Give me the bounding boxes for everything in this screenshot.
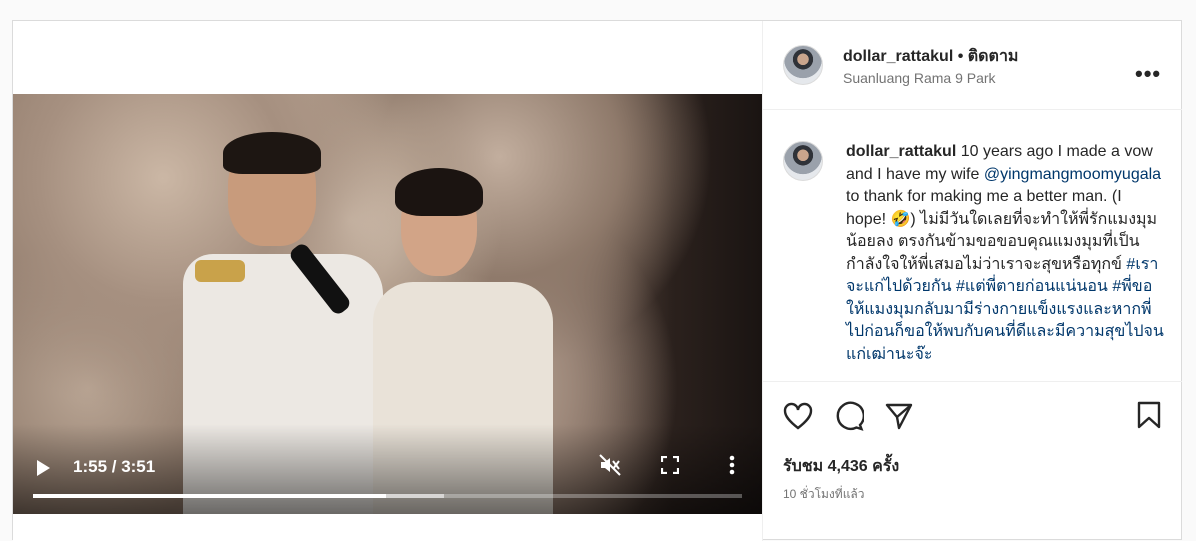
avatar[interactable] [783, 45, 823, 85]
play-icon[interactable] [37, 460, 50, 476]
hashtag-link[interactable]: #แต่พี่ตายก่อนแน่นอน [956, 278, 1108, 295]
share-icon[interactable] [885, 402, 913, 434]
heart-icon[interactable] [783, 402, 813, 434]
post-author: dollar_rattakul • ติดตาม [843, 44, 1018, 69]
caption-body-2: to thank for making me a better man. (I … [846, 188, 1158, 273]
post-sidebar: dollar_rattakul • ติดตาม Suanluang Rama … [762, 21, 1182, 541]
video-played [33, 494, 386, 498]
video-time: 1:55 / 3:51 [73, 457, 156, 476]
comment-icon[interactable] [834, 401, 865, 435]
media-panel: 1:55 / 3:51 [13, 21, 762, 541]
post-timestamp[interactable]: 10 ชั่วโมงที่แล้ว [783, 485, 865, 504]
caption-avatar[interactable] [783, 141, 823, 181]
action-bar: รับชม 4,436 ครั้ง 10 ชั่วโมงที่แล้ว [763, 381, 1182, 541]
bookmark-icon[interactable] [1137, 401, 1161, 433]
video-player[interactable]: 1:55 / 3:51 [13, 94, 762, 514]
more-options-vertical-icon[interactable] [725, 454, 739, 476]
follow-button[interactable]: • ติดตาม [958, 48, 1019, 65]
username-link[interactable]: dollar_rattakul [843, 48, 953, 65]
fullscreen-icon[interactable] [660, 455, 680, 475]
video-progress-bar[interactable] [33, 494, 742, 498]
more-options-icon[interactable]: ••• [1135, 61, 1161, 87]
post-modal: 1:55 / 3:51 dollar_rattakul • ติดตาม Sua… [12, 20, 1182, 541]
post-header: dollar_rattakul • ติดตาม Suanluang Rama … [763, 21, 1182, 110]
video-controls: 1:55 / 3:51 [13, 424, 762, 514]
caption-area: dollar_rattakul 10 years ago I made a vo… [763, 111, 1182, 381]
mention-link[interactable]: @yingmangmoomyugala [984, 166, 1161, 183]
location-link[interactable]: Suanluang Rama 9 Park [843, 70, 996, 86]
view-count[interactable]: รับชม 4,436 ครั้ง [783, 454, 899, 479]
caption-username[interactable]: dollar_rattakul [846, 143, 956, 160]
muted-speaker-icon[interactable] [599, 454, 621, 476]
caption-text: dollar_rattakul 10 years ago I made a vo… [846, 141, 1166, 366]
